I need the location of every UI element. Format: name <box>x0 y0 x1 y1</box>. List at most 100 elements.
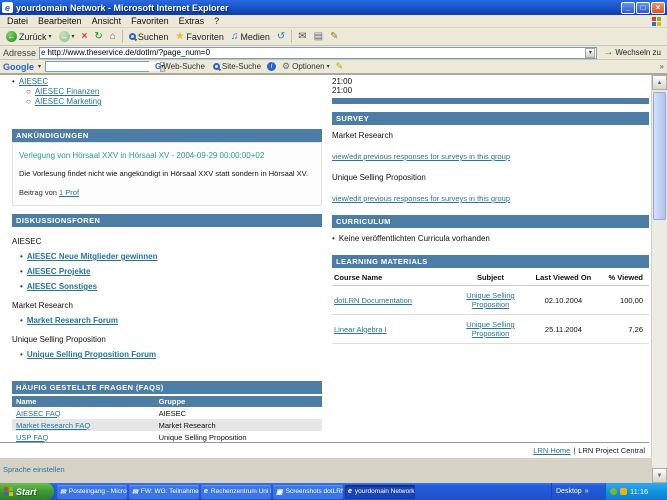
forward-dropdown-icon[interactable]: ▾ <box>72 33 75 40</box>
toolbar-overflow-chevron[interactable]: » <box>660 62 664 71</box>
google-search-input[interactable] <box>46 62 161 71</box>
highlighter-icon[interactable]: ✎ <box>336 61 344 72</box>
faq-link[interactable]: AIESEC FAQ <box>16 409 61 418</box>
history-icon: ↺ <box>276 30 286 42</box>
go-button[interactable]: → Wechseln zu <box>600 47 664 58</box>
desktop-chevron-icon[interactable]: » <box>585 488 589 495</box>
scrollbar-thumb[interactable] <box>653 92 666 220</box>
refresh-button[interactable]: ↻ <box>91 31 105 43</box>
taskbar-task-browser[interactable]: e Rechenzentrum Uni K... <box>201 484 271 499</box>
nav-group-link[interactable]: AIESEC <box>19 77 48 87</box>
lm-col-course: Course Name <box>332 270 453 286</box>
forum-link[interactable]: Market Research Forum <box>27 316 118 325</box>
scroll-down-button[interactable]: ▼ <box>652 468 667 483</box>
forum-link[interactable]: AIESEC Neue Mitglieder gewinnen <box>27 252 158 261</box>
tray-icon-2[interactable] <box>620 488 627 495</box>
curriculum-empty-item: • Keine veröffentlichten Curricula vorha… <box>332 234 649 243</box>
byline-author-link[interactable]: 1 Prof <box>59 188 79 197</box>
print-button[interactable]: ▤ <box>311 31 326 43</box>
forward-button[interactable]: → ▾ <box>56 30 78 43</box>
tray-icon-1[interactable] <box>610 488 617 495</box>
home-button[interactable]: ⌂ <box>107 31 119 43</box>
learning-materials-table: Course Name Subject Last Viewed On % Vie… <box>332 270 649 344</box>
google-search-wrap: ▾ <box>45 61 166 72</box>
menu-edit[interactable]: Bearbeiten <box>33 16 87 26</box>
site-search-icon <box>212 63 220 70</box>
scroll-up-button[interactable]: ▲ <box>652 75 667 90</box>
announcement-title[interactable]: Verlegung von Hörsaal XXV in Hörsaal XV … <box>19 151 315 160</box>
lm-table-header-row: Course Name Subject Last Viewed On % Vie… <box>332 270 649 286</box>
refresh-icon: ↻ <box>94 30 103 42</box>
titlebar: e yourdomain Network - Microsoft Interne… <box>0 0 667 15</box>
menu-view[interactable]: Ansicht <box>87 16 127 26</box>
subject-link[interactable]: Unique Selling Proposition <box>466 291 514 309</box>
nav-sub-link[interactable]: AIESEC Finanzen <box>35 87 99 97</box>
scrollbar-track[interactable] <box>652 90 667 468</box>
maximize-button[interactable]: □ <box>636 1 650 14</box>
set-language-link[interactable]: Sprache einstellen <box>3 465 65 474</box>
taskbar-task-outlook[interactable]: ✉ Posteingang - Micros... <box>57 484 127 499</box>
table-row: Linear Algebra I Unique Selling Proposit… <box>332 314 649 344</box>
favorites-button[interactable]: ★ Favoriten <box>172 31 227 43</box>
menu-help[interactable]: ? <box>209 16 224 26</box>
bullet-icon: • <box>20 282 23 291</box>
taskbar-task-mail-message[interactable]: ✉ FW: WG: Teilnahme v... <box>129 484 199 499</box>
site-search-button[interactable]: Site-Suche <box>211 62 263 71</box>
faq-group-cell: AIESEC <box>158 408 187 418</box>
windows-flag-icon <box>4 487 13 496</box>
media-button[interactable]: ♫ Medien <box>228 31 273 43</box>
task-label: yourdomain Network ... <box>354 488 415 495</box>
google-logo[interactable]: Google <box>3 62 34 72</box>
forum-link[interactable]: Unique Selling Proposition Forum <box>27 350 156 359</box>
lm-col-pct-viewed: % Viewed <box>598 270 649 286</box>
lrn-home-link[interactable]: LRN Home <box>533 446 570 455</box>
last-viewed-cell: 25.11.2004 <box>528 314 599 344</box>
edit-button[interactable]: ✎ <box>327 31 341 43</box>
go-arrow-icon: → <box>603 47 614 58</box>
faq-link[interactable]: Market Research FAQ <box>16 421 90 430</box>
taskbar-task-folder[interactable]: ▣ Screenshots dotLRN... <box>273 484 343 499</box>
survey-responses-link[interactable]: view/edit previous responses for surveys… <box>332 194 649 203</box>
forum-link[interactable]: AIESEC Projekte <box>27 267 91 276</box>
back-button[interactable]: ← Zurück ▾ <box>3 30 55 43</box>
close-button[interactable]: × <box>651 1 665 14</box>
address-input[interactable] <box>47 47 584 58</box>
task-label: Screenshots dotLRN... <box>285 488 343 495</box>
vertical-scrollbar[interactable]: ▲ ▼ <box>651 75 667 483</box>
dotlrn-page: • AIESEC ○ AIESEC Finanzen ○ AIESEC Mark… <box>0 75 651 483</box>
menu-extras[interactable]: Extras <box>174 16 210 26</box>
course-link[interactable]: dotLRN Documentation <box>334 296 412 305</box>
minimize-button[interactable]: _ <box>621 1 635 14</box>
byline-text: Beitrag von <box>19 188 57 197</box>
toolbar-separator <box>121 30 123 43</box>
taskbar-task-active-browser[interactable]: e yourdomain Network ... <box>345 484 415 499</box>
subject-link[interactable]: Unique Selling Proposition <box>466 320 514 338</box>
calendar-time: 21:00 <box>332 86 353 95</box>
survey-responses-link[interactable]: view/edit previous responses for surveys… <box>332 152 649 161</box>
page-info-icon[interactable]: i <box>267 62 277 71</box>
address-dropdown-button[interactable]: ▾ <box>585 47 596 58</box>
mail-button[interactable]: ✉ <box>295 31 309 43</box>
options-dropdown-icon: ▾ <box>326 64 330 70</box>
course-link[interactable]: Linear Algebra I <box>334 325 387 334</box>
faq-link[interactable]: USP FAQ <box>16 433 48 442</box>
web-search-button[interactable]: G Web-Suche <box>153 62 207 71</box>
stop-button[interactable]: × <box>79 31 91 43</box>
faq-table: Name Gruppe AIESEC FAQ AIESEC Market Res… <box>12 396 322 443</box>
nav-sub-link[interactable]: AIESEC Marketing <box>35 97 102 107</box>
stop-icon: × <box>81 30 88 42</box>
google-logo-dropdown-icon[interactable]: ▾ <box>38 63 41 70</box>
curriculum-empty-text: Keine veröffentlichten Curricula vorhand… <box>338 234 490 243</box>
back-dropdown-icon[interactable]: ▾ <box>49 33 52 40</box>
history-button[interactable]: ↺ <box>274 31 288 43</box>
menu-favorites[interactable]: Favoriten <box>126 16 174 26</box>
options-button[interactable]: ⚙ Optionen ▾ <box>280 61 332 72</box>
forum-link[interactable]: AIESEC Sonstiges <box>27 282 97 291</box>
mail-icon: ✉ <box>298 30 307 42</box>
forums-body: AIESEC • AIESEC Neue Mitglieder gewinnen… <box>12 237 322 359</box>
menu-file[interactable]: Datei <box>2 16 33 26</box>
search-button[interactable]: Suchen <box>126 31 172 43</box>
lrn-project-central-link[interactable]: LRN Project Central <box>578 446 645 455</box>
start-button[interactable]: Start <box>0 483 54 500</box>
desktop-toolbar[interactable]: Desktop » <box>551 483 605 500</box>
